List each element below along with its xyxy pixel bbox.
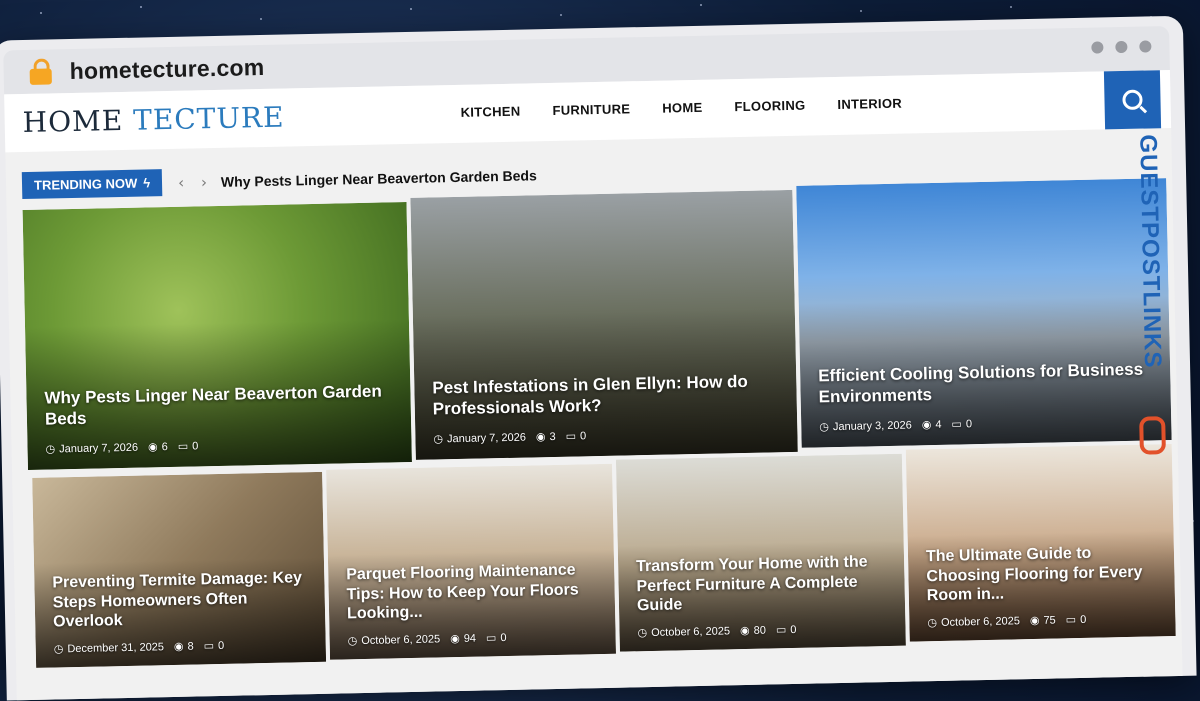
comment-icon: ▭ bbox=[775, 624, 787, 637]
card-date: October 6, 2025 bbox=[361, 632, 441, 647]
card-views: 8 bbox=[187, 640, 194, 653]
window-dots bbox=[1091, 40, 1152, 54]
comment-icon: ▭ bbox=[485, 632, 497, 645]
card-date: January 7, 2026 bbox=[446, 431, 527, 445]
card-views: 80 bbox=[753, 624, 767, 637]
watermark-text: GUESTPOSTLINKS bbox=[1134, 134, 1167, 369]
comment-icon: ▭ bbox=[177, 440, 189, 453]
eye-icon: ◉ bbox=[739, 624, 750, 638]
card-views: 3 bbox=[549, 430, 556, 443]
comment-icon: ▭ bbox=[1065, 614, 1077, 627]
clock-icon: ◷ bbox=[637, 627, 648, 640]
nav-flooring[interactable]: FLOORING bbox=[734, 98, 805, 114]
site-logo[interactable]: HOME TECTURE bbox=[22, 101, 284, 139]
card-date: January 3, 2026 bbox=[832, 418, 912, 433]
eye-icon: ◉ bbox=[173, 640, 184, 653]
card-date: October 6, 2025 bbox=[940, 614, 1021, 629]
comment-icon: ▭ bbox=[565, 430, 577, 443]
guestpostlinks-watermark: GUESTPOSTLINKS bbox=[1127, 130, 1167, 455]
card-views: 6 bbox=[161, 440, 168, 453]
card-title[interactable]: Preventing Termite Damage: Key Steps Hom… bbox=[52, 569, 309, 632]
nav-kitchen[interactable]: KITCHEN bbox=[460, 104, 520, 120]
grid-card-furniture[interactable]: Transform Your Home with the Perfect Fur… bbox=[615, 453, 906, 652]
card-title[interactable]: Parquet Flooring Maintenance Tips: How t… bbox=[346, 561, 599, 624]
trending-headline[interactable]: Why Pests Linger Near Beaverton Garden B… bbox=[221, 167, 537, 190]
card-title[interactable]: Transform Your Home with the Perfect Fur… bbox=[636, 552, 889, 615]
clock-icon: ◷ bbox=[819, 421, 830, 434]
trending-arrows[interactable]: ‹ › bbox=[178, 173, 213, 192]
trending-badge: TRENDING NOW ϟ bbox=[21, 169, 163, 200]
featured-card-glen-ellyn[interactable]: Pest Infestations in Glen Ellyn: How do … bbox=[410, 189, 798, 460]
card-views: 75 bbox=[1043, 614, 1056, 627]
clock-icon: ◷ bbox=[45, 443, 56, 456]
card-title[interactable]: Pest Infestations in Glen Ellyn: How do … bbox=[432, 371, 781, 419]
logo-tecture-text: TECTURE bbox=[132, 100, 285, 137]
eye-icon: ◉ bbox=[921, 419, 932, 432]
card-views: 94 bbox=[463, 632, 477, 645]
eye-icon: ◉ bbox=[147, 441, 158, 454]
card-comments: 0 bbox=[965, 417, 973, 430]
comment-icon: ▭ bbox=[203, 640, 215, 653]
grid-card-termite[interactable]: Preventing Termite Damage: Key Steps Hom… bbox=[32, 471, 327, 668]
search-button[interactable] bbox=[1103, 70, 1162, 130]
lock-icon bbox=[29, 58, 52, 85]
chain-link-icon bbox=[1139, 416, 1166, 455]
eye-icon: ◉ bbox=[1029, 614, 1040, 628]
nav-furniture[interactable]: FURNITURE bbox=[552, 101, 630, 118]
card-views: 4 bbox=[935, 418, 942, 431]
card-title[interactable]: Why Pests Linger Near Beaverton Garden B… bbox=[44, 382, 395, 430]
featured-card-pests[interactable]: Why Pests Linger Near Beaverton Garden B… bbox=[22, 202, 412, 471]
web-page: HOME TECTURE KITCHEN FURNITURE HOME FLOOR… bbox=[4, 69, 1183, 701]
image-overlay bbox=[796, 178, 1172, 448]
card-comments: 0 bbox=[579, 429, 587, 442]
trending-label: TRENDING NOW bbox=[33, 175, 138, 193]
logo-home-text: HOME bbox=[22, 103, 124, 140]
eye-icon: ◉ bbox=[450, 632, 460, 646]
card-title[interactable]: Efficient Cooling Solutions for Business… bbox=[818, 360, 1155, 408]
card-date: January 7, 2026 bbox=[59, 441, 139, 455]
clock-icon: ◷ bbox=[927, 616, 938, 630]
clock-icon: ◷ bbox=[347, 635, 358, 648]
grid-card-parquet[interactable]: Parquet Flooring Maintenance Tips: How t… bbox=[326, 463, 616, 660]
image-overlay bbox=[410, 189, 798, 460]
card-comments: 0 bbox=[1080, 613, 1087, 626]
nav-home[interactable]: HOME bbox=[662, 100, 703, 116]
featured-card-cooling[interactable]: Efficient Cooling Solutions for Business… bbox=[796, 178, 1172, 448]
image-overlay bbox=[22, 202, 412, 471]
clock-icon: ◷ bbox=[433, 433, 444, 446]
card-comments: 0 bbox=[790, 623, 797, 636]
search-icon bbox=[1122, 89, 1143, 110]
card-comments: 0 bbox=[192, 439, 199, 453]
url-text[interactable]: hometecture.com bbox=[69, 53, 264, 84]
grid-card-flooring[interactable]: The Ultimate Guide to Choosing Flooring … bbox=[905, 444, 1176, 642]
trending-bar: TRENDING NOW ϟ ‹ › Why Pests Linger Near… bbox=[21, 161, 537, 200]
card-title[interactable]: The Ultimate Guide to Choosing Flooring … bbox=[926, 543, 1159, 605]
nav-interior[interactable]: INTERIOR bbox=[837, 96, 902, 112]
card-date: December 31, 2025 bbox=[67, 640, 165, 655]
browser-window: hometecture.com HOME TECTURE KITCHEN FURN… bbox=[0, 15, 1197, 701]
card-comments: 0 bbox=[217, 639, 225, 652]
eye-icon: ◉ bbox=[535, 431, 546, 444]
main-nav: KITCHEN FURNITURE HOME FLOORING INTERIOR bbox=[460, 96, 902, 120]
card-date: October 6, 2025 bbox=[651, 624, 731, 639]
clock-icon: ◷ bbox=[53, 643, 64, 656]
card-comments: 0 bbox=[500, 631, 507, 644]
comment-icon: ▭ bbox=[951, 418, 963, 431]
bolt-icon: ϟ bbox=[143, 175, 151, 191]
